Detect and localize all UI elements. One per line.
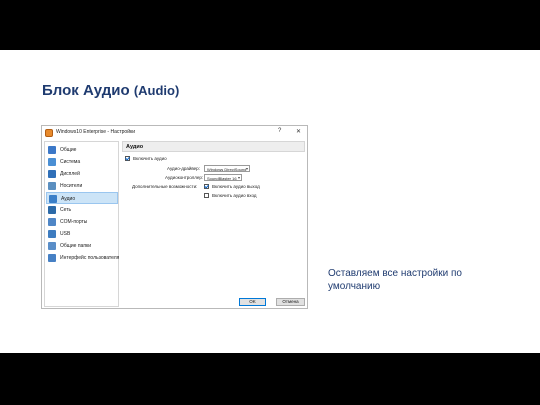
sidebar-item-label: Аудио bbox=[61, 196, 76, 202]
sidebar-item-com-ports[interactable]: COM-порты bbox=[46, 216, 118, 228]
settings-sidebar: Общие Система Дисплей Носители Аудио Сет… bbox=[44, 141, 119, 307]
general-icon bbox=[48, 146, 56, 154]
audio-icon bbox=[49, 195, 57, 203]
sidebar-item-label: Дисплей bbox=[60, 171, 80, 177]
settings-dialog: Windows10 Enterprise - Настройки ? ✕ Общ… bbox=[41, 125, 308, 309]
panel-header: Аудио bbox=[122, 141, 305, 152]
enable-audio-label: Включить аудио bbox=[133, 156, 167, 161]
slide-note: Оставляем все настройки по умолчанию bbox=[328, 268, 462, 292]
dialog-title: Windows10 Enterprise - Настройки bbox=[56, 129, 135, 135]
com-ports-icon bbox=[48, 218, 56, 226]
panel-heading: Аудио bbox=[126, 144, 144, 150]
chevron-down-icon: ▾ bbox=[237, 175, 240, 180]
usb-icon bbox=[48, 230, 56, 238]
slide-title-suffix: (Audio) bbox=[133, 83, 180, 98]
storage-icon bbox=[48, 182, 56, 190]
cancel-button[interactable]: Отмена bbox=[276, 298, 305, 306]
audio-driver-value: Windows DirectSound bbox=[207, 167, 247, 172]
sidebar-item-system[interactable]: Система bbox=[46, 156, 118, 168]
sidebar-item-label: USB bbox=[60, 231, 71, 237]
network-icon bbox=[48, 206, 56, 214]
close-button[interactable]: ✕ bbox=[296, 128, 301, 135]
sidebar-item-display[interactable]: Дисплей bbox=[46, 168, 118, 180]
audio-controller-select[interactable]: SoundBlaster 16 ▾ bbox=[204, 174, 242, 181]
display-icon bbox=[48, 170, 56, 178]
user-interface-icon bbox=[48, 254, 56, 262]
slide: Блок Аудио (Audio) Windows10 Enterprise … bbox=[0, 0, 540, 405]
audio-settings-panel: Аудио Включить аудио Аудио-драйвер: Wind… bbox=[122, 141, 305, 291]
sidebar-item-label: COM-порты bbox=[60, 219, 88, 225]
enable-audio-output-label: Включить аудио выход bbox=[212, 184, 260, 189]
help-button[interactable]: ? bbox=[278, 128, 281, 134]
shared-folders-icon bbox=[48, 242, 56, 250]
sidebar-item-label: Система bbox=[60, 159, 81, 165]
extra-features-label: Дополнительные возможности: bbox=[132, 184, 198, 189]
system-icon bbox=[48, 158, 56, 166]
audio-driver-select[interactable]: Windows DirectSound ▾ bbox=[204, 165, 250, 172]
sidebar-item-network[interactable]: Сеть bbox=[46, 204, 118, 216]
slide-title-text: Блок Аудио bbox=[42, 82, 130, 99]
sidebar-item-label: Сеть bbox=[60, 207, 72, 213]
dialog-titlebar: Windows10 Enterprise - Настройки ? ✕ bbox=[42, 126, 307, 140]
sidebar-item-label: Общие папки bbox=[60, 243, 92, 249]
sidebar-item-label: Носители bbox=[60, 183, 83, 189]
enable-audio-input-label: Включить аудио вход bbox=[212, 193, 257, 198]
ok-button[interactable]: OK bbox=[239, 298, 266, 306]
sidebar-item-audio[interactable]: Аудио bbox=[46, 192, 118, 204]
sidebar-item-shared-folders[interactable]: Общие папки bbox=[46, 240, 118, 252]
audio-controller-value: SoundBlaster 16 bbox=[207, 176, 237, 181]
audio-controller-label: Аудиоконтроллер: bbox=[165, 175, 204, 180]
audio-driver-label: Аудио-драйвер: bbox=[167, 166, 200, 171]
sidebar-item-label: Интерфейс пользователя bbox=[60, 255, 120, 261]
sidebar-item-user-interface[interactable]: Интерфейс пользователя bbox=[46, 252, 120, 264]
chevron-down-icon: ▾ bbox=[245, 166, 248, 171]
virtualbox-icon bbox=[45, 129, 53, 137]
enable-audio-output-checkbox[interactable] bbox=[204, 184, 209, 189]
slide-content: Блок Аудио (Audio) Windows10 Enterprise … bbox=[0, 50, 540, 353]
sidebar-item-usb[interactable]: USB bbox=[46, 228, 118, 240]
enable-audio-input-checkbox[interactable] bbox=[204, 193, 209, 198]
sidebar-item-label: Общие bbox=[60, 147, 77, 153]
sidebar-item-storage[interactable]: Носители bbox=[46, 180, 118, 192]
sidebar-item-general[interactable]: Общие bbox=[46, 144, 118, 156]
slide-title: Блок Аудио (Audio) bbox=[42, 82, 179, 99]
enable-audio-checkbox[interactable] bbox=[125, 156, 130, 161]
